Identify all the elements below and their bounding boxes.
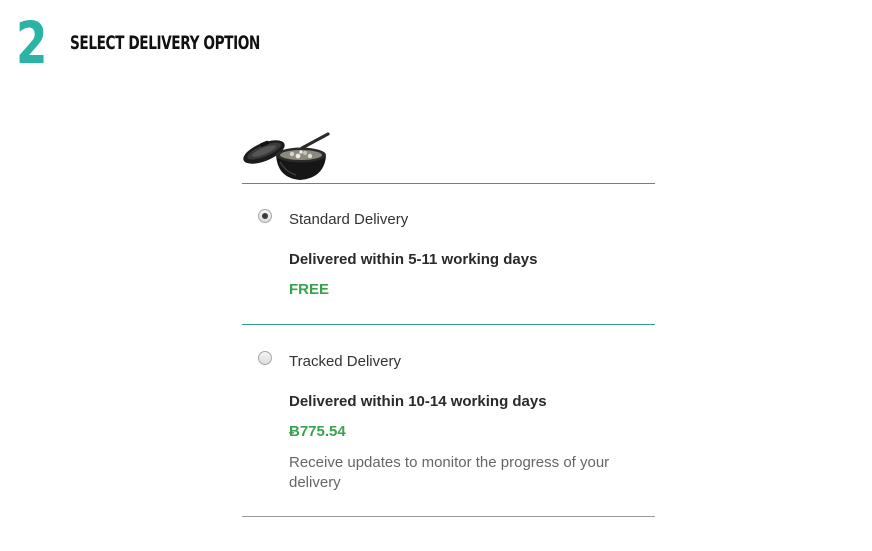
standard-delivery-timeframe: Delivered within 5-11 working days	[289, 251, 538, 268]
delivery-option-standard[interactable]: Standard Delivery Delivered within 5-11 …	[242, 184, 655, 324]
tracked-delivery-description: Receive updates to monitor the progress …	[289, 454, 610, 491]
step-title: SELECT DELIVERY OPTION	[70, 32, 260, 54]
step-number: 2	[16, 9, 47, 77]
standard-delivery-label[interactable]: Standard Delivery	[289, 211, 408, 228]
tracked-delivery-radio[interactable]	[258, 351, 272, 365]
tracked-delivery-price: Ƀ775.54	[289, 423, 346, 440]
divider-bottom	[242, 516, 655, 517]
tracked-delivery-timeframe: Delivered within 10-14 working days	[289, 393, 547, 410]
delivery-step-page: 2 SELECT DELIVERY OPTION Standard Delive…	[0, 0, 872, 551]
delivery-option-tracked[interactable]: Tracked Delivery Delivered within 10-14 …	[242, 325, 655, 515]
tracked-delivery-label[interactable]: Tracked Delivery	[289, 353, 401, 370]
standard-delivery-radio[interactable]	[258, 209, 272, 223]
radio-selected-dot	[262, 213, 268, 219]
standard-delivery-price: FREE	[289, 281, 330, 298]
product-thumbnail	[243, 132, 330, 180]
